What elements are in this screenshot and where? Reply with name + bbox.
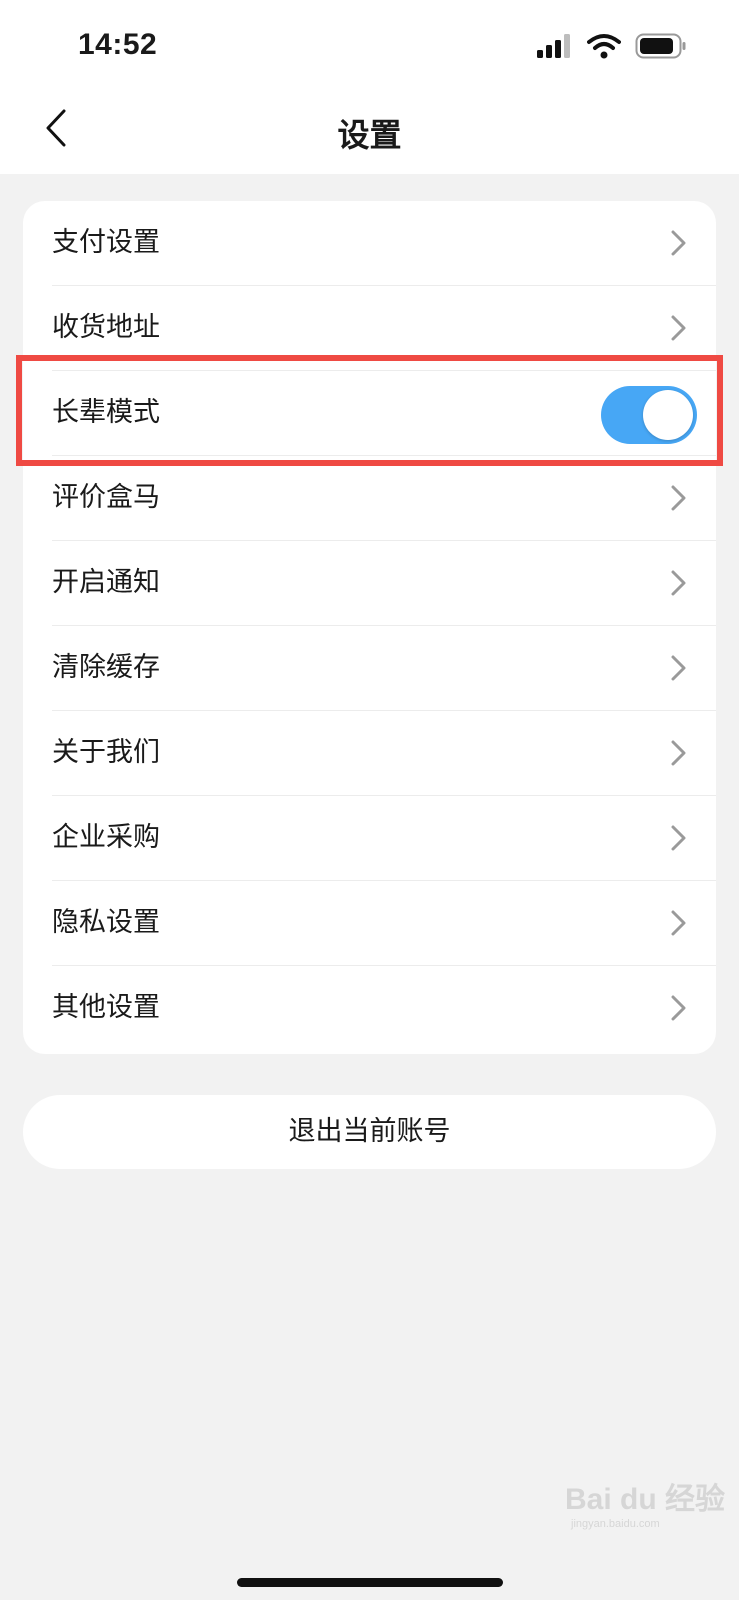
wifi-icon: [587, 33, 621, 63]
page-title: 设置: [337, 116, 402, 154]
setting-row-privacy[interactable]: 隐私设置: [23, 881, 716, 966]
setting-row-rate[interactable]: 评价盒马: [23, 456, 716, 541]
watermark: Bai du 经验 jingyan.baidu.com: [565, 1474, 725, 1544]
setting-row-about[interactable]: 关于我们: [23, 711, 716, 796]
chevron-right-icon: [671, 910, 686, 936]
setting-row-notifications[interactable]: 开启通知: [23, 541, 716, 626]
chevron-right-icon: [671, 995, 686, 1021]
setting-label: 关于我们: [52, 737, 160, 768]
setting-label: 支付设置: [52, 227, 160, 258]
setting-row-payment[interactable]: 支付设置: [23, 201, 716, 286]
settings-list: 支付设置 收货地址 长辈模式 评价盒马 开启通知 清除缓存 关于我们 企业采购: [23, 201, 716, 1054]
home-indicator[interactable]: [237, 1578, 503, 1587]
watermark-url: jingyan.baidu.com: [571, 1518, 660, 1530]
setting-label: 其他设置: [52, 992, 160, 1023]
chevron-right-icon: [671, 315, 686, 341]
watermark-logo: Bai du 经验: [565, 1483, 726, 1516]
signal-icon: [537, 34, 573, 62]
chevron-right-icon: [671, 230, 686, 256]
logout-button[interactable]: 退出当前账号: [23, 1095, 716, 1169]
battery-icon: [635, 33, 687, 63]
setting-label: 隐私设置: [52, 907, 160, 938]
setting-label: 清除缓存: [52, 652, 160, 683]
top-bar: 14:52 设置: [0, 0, 739, 174]
highlight-box: [16, 355, 723, 466]
chevron-right-icon: [671, 655, 686, 681]
setting-label: 开启通知: [52, 567, 160, 598]
chevron-right-icon: [671, 570, 686, 596]
chevron-right-icon: [671, 485, 686, 511]
setting-row-clear-cache[interactable]: 清除缓存: [23, 626, 716, 711]
setting-label: 收货地址: [52, 312, 160, 343]
chevron-right-icon: [671, 825, 686, 851]
setting-label: 评价盒马: [52, 482, 160, 513]
status-time: 14:52: [78, 28, 158, 61]
setting-row-other[interactable]: 其他设置: [23, 966, 716, 1051]
setting-label: 企业采购: [52, 822, 160, 853]
chevron-right-icon: [671, 740, 686, 766]
setting-row-enterprise[interactable]: 企业采购: [23, 796, 716, 881]
status-icons: [537, 33, 687, 63]
